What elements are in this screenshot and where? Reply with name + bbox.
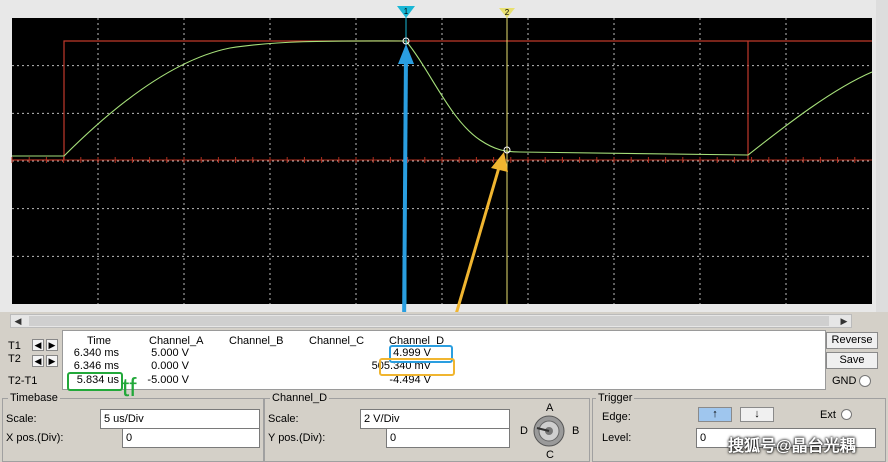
scope-svg: 1 2 xyxy=(11,6,873,312)
timebase-title: Timebase xyxy=(8,392,60,404)
cursor-row-labels: T1 ◀ ▶ T2 ◀ ▶ T2-T1 xyxy=(8,330,64,390)
t1-right-arrow-icon[interactable]: ▶ xyxy=(46,339,58,351)
channel-d-scale-field[interactable]: 2 V/Div xyxy=(360,409,510,429)
header-channel-c: Channel_C xyxy=(309,335,365,347)
trigger-ext-radio[interactable] xyxy=(841,409,852,420)
t2-time: 6.346 ms xyxy=(73,360,119,372)
selector-label-a: A xyxy=(546,402,554,414)
timebase-xpos-label: X pos.(Div): xyxy=(6,432,64,444)
trigger-level-label: Level: xyxy=(602,432,632,444)
t2-channel-a: 0.000 V xyxy=(151,360,189,372)
channel-selector-knob-icon[interactable] xyxy=(531,414,567,448)
row-label-t2: T2 xyxy=(8,353,21,365)
t1-channel-a: 5.000 V xyxy=(151,347,189,359)
header-channel-a: Channel_A xyxy=(149,335,204,347)
readout-table: Time Channel_A Channel_B Channel_C Chann… xyxy=(62,330,826,391)
selector-label-d: D xyxy=(520,425,528,437)
scroll-right-icon[interactable]: ▶ xyxy=(837,315,851,327)
t1-left-arrow-icon[interactable]: ◀ xyxy=(32,339,44,351)
t2-right-arrow-icon[interactable]: ▶ xyxy=(46,355,58,367)
channel-d-ypos-field[interactable]: 0 xyxy=(386,428,510,448)
row-label-t1: T1 xyxy=(8,340,21,352)
selector-label-c: C xyxy=(546,449,554,461)
channel-d-scale-label: Scale: xyxy=(268,413,299,425)
trigger-edge-label: Edge: xyxy=(602,411,631,423)
diff-channel-a: -5.000 V xyxy=(147,374,189,386)
watermark: 搜狐号@晶台光耦 xyxy=(728,438,856,455)
cursor-t2-tag: 2 xyxy=(505,8,510,17)
channel-d-ypos-label: Y pos.(Div): xyxy=(268,432,326,444)
channel-d-title: Channel_D xyxy=(270,392,330,404)
save-button[interactable]: Save xyxy=(826,352,878,369)
diff-time-highlight xyxy=(67,372,123,391)
cursor-t1-tag: 1 xyxy=(404,7,409,16)
trigger-ext-label: Ext xyxy=(820,409,836,421)
reverse-button[interactable]: Reverse xyxy=(826,332,878,349)
scroll-left-icon[interactable]: ◀ xyxy=(11,315,25,327)
rising-edge-icon: ↑ xyxy=(712,408,718,420)
t1-time: 6.340 ms xyxy=(73,347,119,359)
rising-edge-button[interactable]: ↑ xyxy=(698,407,732,422)
gnd-label: GND xyxy=(832,375,857,387)
scope-scrollbar[interactable]: ◀ ▶ xyxy=(10,314,852,328)
falling-edge-button[interactable]: ↓ xyxy=(740,407,774,422)
timebase-scale-field[interactable]: 5 us/Div xyxy=(100,409,260,429)
t2-channel-d-highlight xyxy=(379,358,455,376)
timebase-scale-label: Scale: xyxy=(6,413,37,425)
trigger-title: Trigger xyxy=(596,392,635,404)
header-channel-b: Channel_B xyxy=(229,335,284,347)
timebase-xpos-field[interactable]: 0 xyxy=(122,428,260,448)
scroll-thumb[interactable] xyxy=(29,316,829,326)
selector-label-b: B xyxy=(572,425,580,437)
t2-left-arrow-icon[interactable]: ◀ xyxy=(32,355,44,367)
gnd-terminal-icon[interactable] xyxy=(859,375,871,387)
header-time: Time xyxy=(87,335,112,347)
falling-edge-icon: ↓ xyxy=(754,408,760,420)
row-label-diff: T2-T1 xyxy=(8,375,38,387)
